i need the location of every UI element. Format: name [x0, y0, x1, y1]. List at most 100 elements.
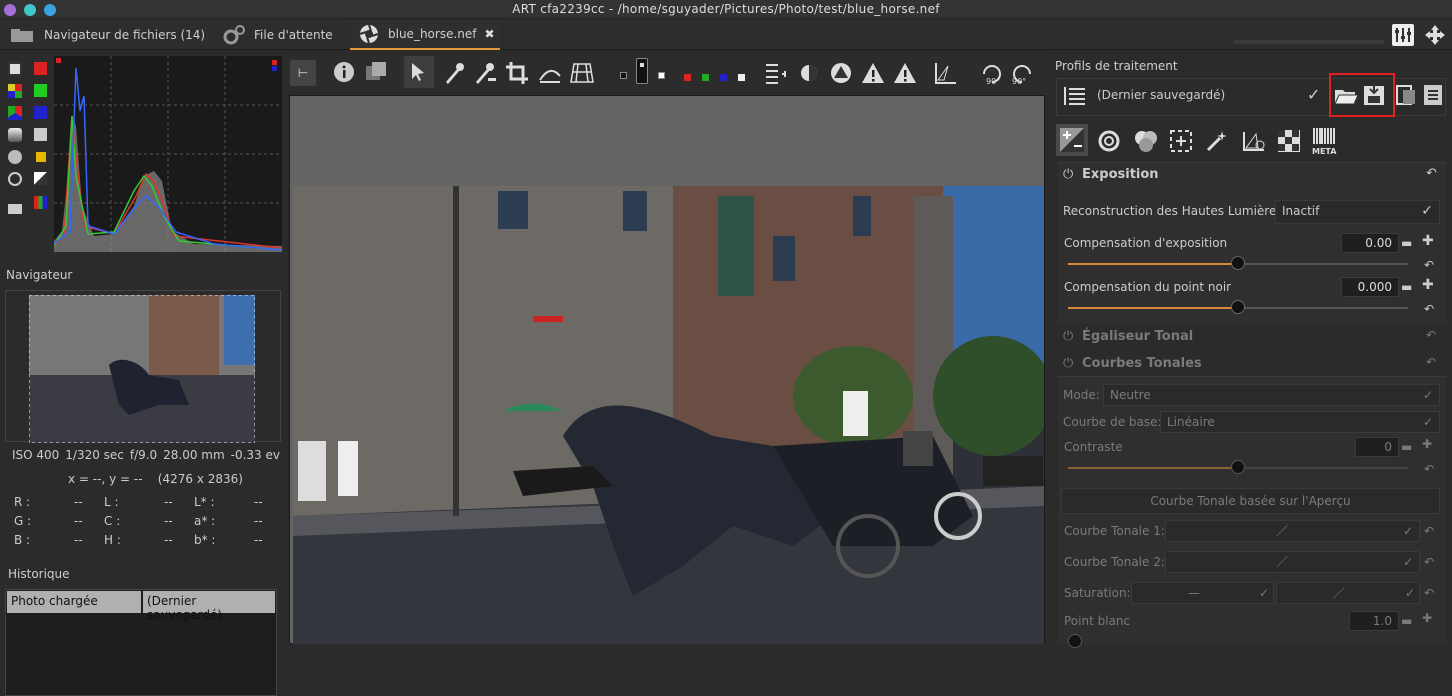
warning-icon[interactable]: [862, 62, 884, 84]
tab-detail[interactable]: [1098, 130, 1120, 152]
tab-raw[interactable]: [1242, 130, 1266, 152]
tab-effects[interactable]: [1206, 130, 1228, 152]
rgb-mode-icon[interactable]: [8, 84, 22, 98]
crop-icon[interactable]: [506, 62, 528, 84]
profile-dropdown-icon[interactable]: ✓: [1307, 85, 1320, 104]
exposure-comp-knob[interactable]: [1231, 256, 1245, 270]
white-point-value[interactable]: 1.0: [1349, 611, 1399, 631]
curve2-reset-icon[interactable]: ↶: [1424, 555, 1434, 569]
black-point-knob[interactable]: [1231, 300, 1245, 314]
black-bg-icon[interactable]: [620, 72, 627, 79]
crosshair-icon[interactable]: [8, 172, 22, 186]
red-channel-icon[interactable]: [34, 62, 47, 75]
open-profile-icon[interactable]: [1334, 86, 1358, 106]
contrast-knob[interactable]: [1231, 460, 1245, 474]
saturation-curve2-select[interactable]: ／ ✓: [1276, 582, 1420, 604]
grey-bg-icon[interactable]: [636, 58, 648, 84]
tab-color[interactable]: [1134, 130, 1158, 152]
red-preview-icon[interactable]: [684, 74, 691, 81]
green-preview-icon[interactable]: [702, 74, 709, 81]
perspective-icon[interactable]: [570, 62, 594, 84]
base-curve-select[interactable]: Linéaire ✓: [1160, 411, 1440, 433]
close-tab-icon[interactable]: ✖: [484, 27, 494, 41]
tonal-eq-title[interactable]: Égaliseur Tonal: [1082, 329, 1193, 344]
tab-mask[interactable]: [1278, 130, 1300, 152]
curves-title[interactable]: Courbes Tonales: [1082, 356, 1202, 371]
saturation-reset-icon[interactable]: ↶: [1424, 586, 1434, 600]
clipped-shadows-icon[interactable]: [830, 62, 852, 84]
profile-list-icon[interactable]: [1063, 85, 1087, 107]
white-point-minus-icon[interactable]: ▬: [1401, 614, 1412, 628]
white-balance-picker-icon[interactable]: [474, 62, 496, 84]
history-item-label[interactable]: Photo chargée: [7, 591, 141, 613]
white-bg-icon[interactable]: [658, 72, 665, 79]
exposure-comp-plus-icon[interactable]: ✚: [1422, 233, 1434, 249]
clipped-highlights-icon[interactable]: [894, 62, 916, 84]
tab-transform[interactable]: [1170, 130, 1192, 152]
curves-reset-icon[interactable]: ↶: [1426, 355, 1436, 369]
exposure-comp-minus-icon[interactable]: ▬: [1401, 236, 1412, 250]
tab-file-browser[interactable]: Navigateur de fichiers (14): [10, 20, 210, 50]
save-profile-icon[interactable]: [1363, 82, 1385, 106]
contrast-minus-icon[interactable]: ▬: [1401, 440, 1412, 454]
contrast-reset-icon[interactable]: ↶: [1424, 462, 1434, 476]
raw-icon[interactable]: [8, 128, 22, 142]
photo-preview[interactable]: [293, 186, 1044, 644]
black-point-reset-icon[interactable]: ↶: [1424, 302, 1434, 316]
tonal-eq-reset-icon[interactable]: ↶: [1426, 328, 1436, 342]
rgb-bar-icon[interactable]: [34, 196, 47, 209]
tonal-eq-power-icon[interactable]: ⏻: [1063, 329, 1073, 344]
tab-queue[interactable]: File d'attente: [222, 20, 342, 50]
gamut-icon[interactable]: [934, 62, 956, 84]
curve2-select[interactable]: ／ ✓: [1165, 551, 1420, 573]
bar-display-icon[interactable]: [8, 204, 22, 214]
rotate-right-icon[interactable]: 90°: [1010, 62, 1034, 86]
focus-mask-icon[interactable]: [764, 62, 786, 84]
histogram-type-icon[interactable]: [8, 62, 22, 76]
luminance-preview-icon[interactable]: [738, 74, 745, 81]
exposure-title[interactable]: Exposition: [1082, 167, 1159, 182]
profile-selected[interactable]: (Dernier sauvegardé): [1097, 88, 1225, 102]
tab-editor[interactable]: blue_horse.nef ✖: [350, 20, 500, 50]
black-point-minus-icon[interactable]: ▬: [1401, 280, 1412, 294]
blue-preview-icon[interactable]: [720, 74, 727, 81]
saturation-curve1-select[interactable]: — ✓: [1131, 582, 1274, 604]
info-icon[interactable]: [334, 62, 354, 82]
copy-profile-icon[interactable]: [1396, 82, 1418, 106]
mode-toggle-icon[interactable]: [34, 172, 47, 185]
hand-tool-button[interactable]: [404, 56, 434, 88]
preferences-icon[interactable]: [1392, 24, 1414, 46]
curves-power-icon[interactable]: ⏻: [1063, 356, 1073, 371]
exposure-power-icon[interactable]: ⏻: [1063, 167, 1073, 182]
contrast-plus-icon[interactable]: ✚: [1422, 437, 1432, 451]
tab-exposure[interactable]: [1056, 124, 1088, 156]
preview-mode-icon[interactable]: [800, 64, 818, 82]
black-point-value[interactable]: 0.000: [1341, 277, 1399, 297]
auto-curve-button[interactable]: Courbe Tonale basée sur l'Aperçu: [1061, 488, 1440, 514]
black-point-plus-icon[interactable]: ✚: [1422, 277, 1434, 293]
navigator-thumbnail[interactable]: [29, 295, 255, 443]
mode-select[interactable]: Neutre ✓: [1103, 384, 1440, 406]
exposure-reset-icon[interactable]: ↶: [1426, 166, 1437, 181]
white-point-plus-icon[interactable]: ✚: [1422, 611, 1432, 625]
color-picker-icon[interactable]: [444, 62, 464, 84]
rotate-left-icon[interactable]: 90°: [980, 62, 1004, 86]
highlight-recon-select[interactable]: Inactif ✓: [1275, 200, 1440, 224]
green-channel-icon[interactable]: [34, 84, 47, 97]
blue-channel-icon[interactable]: [34, 106, 47, 119]
exposure-comp-value[interactable]: 0.00: [1341, 233, 1399, 253]
contrast-value[interactable]: 0: [1355, 437, 1399, 457]
curve1-select[interactable]: ／ ✓: [1165, 520, 1420, 542]
exposure-comp-reset-icon[interactable]: ↶: [1424, 258, 1434, 272]
tab-metadata[interactable]: META: [1312, 128, 1336, 156]
luminance-icon[interactable]: [34, 128, 47, 141]
straighten-icon[interactable]: [538, 62, 562, 84]
chroma-channel-icon[interactable]: [36, 152, 46, 162]
curve1-reset-icon[interactable]: ↶: [1424, 524, 1434, 538]
chroma-icon[interactable]: [8, 106, 22, 120]
bayer-icon[interactable]: [8, 150, 22, 164]
before-after-icon[interactable]: [366, 62, 388, 82]
fullscreen-icon[interactable]: [1424, 24, 1446, 46]
paste-profile-icon[interactable]: [1422, 82, 1444, 106]
white-point-knob[interactable]: [1068, 634, 1082, 648]
